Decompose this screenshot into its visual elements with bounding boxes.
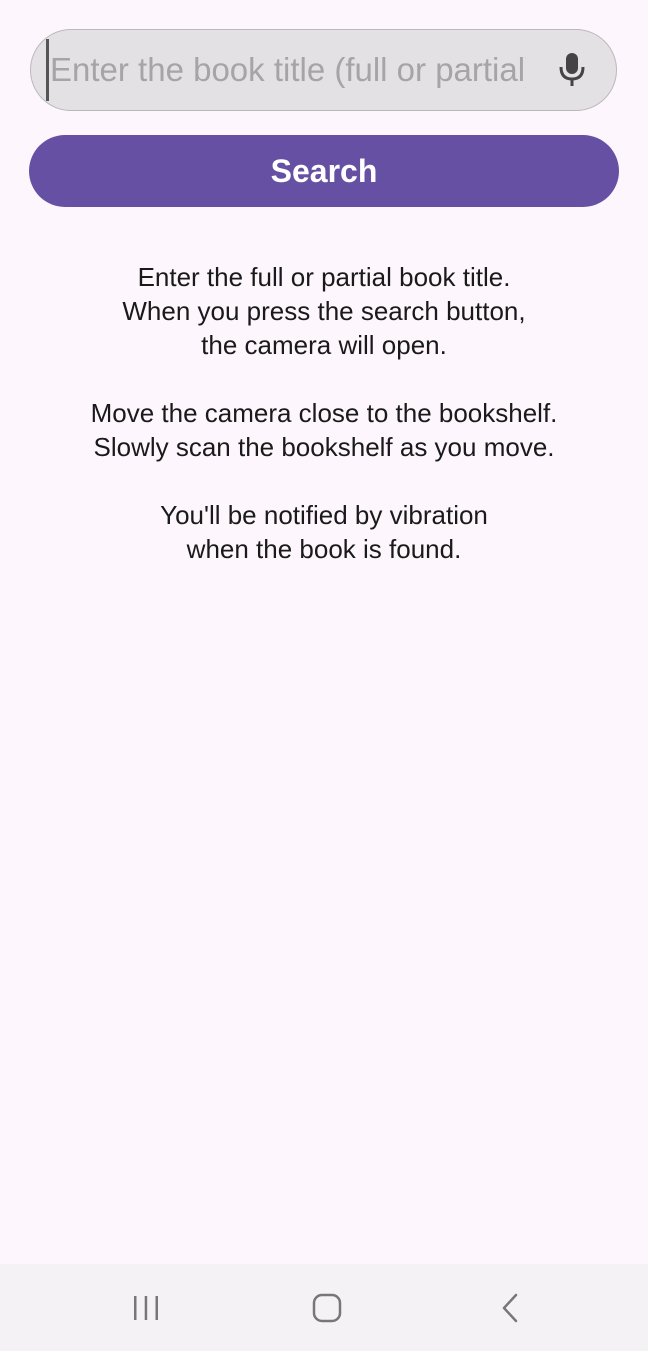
- system-navigation-bar: [0, 1264, 648, 1351]
- recents-icon: [134, 1296, 158, 1320]
- recents-button[interactable]: [124, 1286, 168, 1330]
- voice-input-button[interactable]: [548, 46, 596, 94]
- search-button[interactable]: Search: [29, 135, 619, 207]
- instruction-paragraph-1: Enter the full or partial book title. Wh…: [122, 262, 526, 360]
- book-title-input[interactable]: [46, 39, 528, 101]
- home-icon: [312, 1293, 342, 1323]
- instructions: Enter the full or partial book title. Wh…: [0, 260, 648, 600]
- instruction-paragraph-3: You'll be notified by vibration when the…: [160, 500, 488, 564]
- home-button[interactable]: [305, 1286, 349, 1330]
- mic-icon: [559, 53, 585, 86]
- search-field[interactable]: [30, 29, 617, 111]
- back-icon: [502, 1293, 518, 1323]
- back-button[interactable]: [488, 1286, 532, 1330]
- instruction-paragraph-2: Move the camera close to the bookshelf. …: [90, 398, 558, 462]
